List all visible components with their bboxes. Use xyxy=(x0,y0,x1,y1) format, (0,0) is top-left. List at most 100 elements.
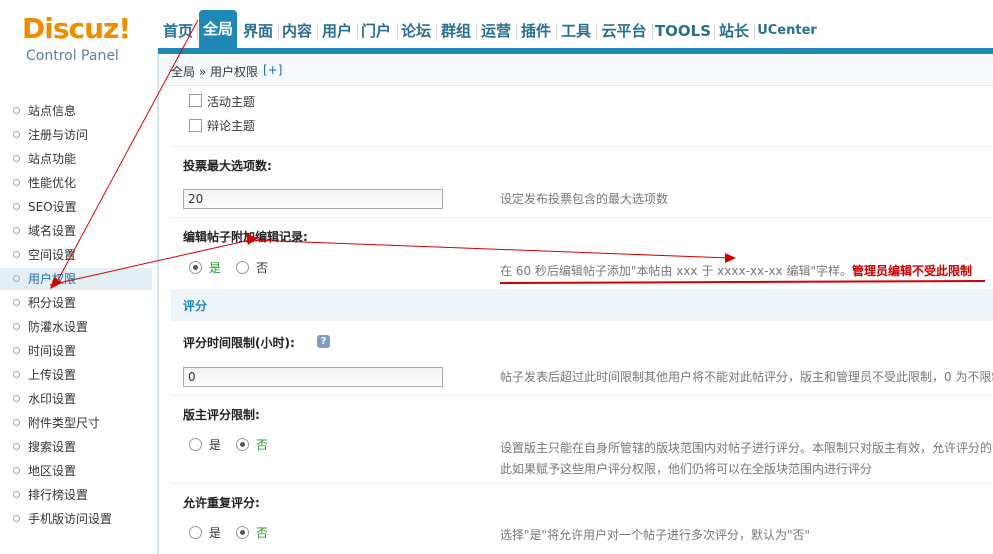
rate-time-title: 评分时间限制(小时): xyxy=(183,336,295,350)
divider xyxy=(171,483,993,484)
nav-separator xyxy=(596,24,597,40)
sidebar-item-label: 上传设置 xyxy=(28,368,77,382)
checkbox-activity[interactable] xyxy=(189,94,202,107)
sidebar-item-time[interactable]: 时间设置 xyxy=(0,340,152,362)
sidebar-item-register[interactable]: 注册与访问 xyxy=(0,124,152,146)
nav-item-ucenter[interactable]: UCenter xyxy=(757,20,817,42)
sidebar-item-label: 域名设置 xyxy=(28,224,77,238)
sidebar-item-label: 注册与访问 xyxy=(28,128,89,142)
nav-item-users[interactable]: 用户 xyxy=(319,20,355,42)
breadcrumb-add-button[interactable]: [+] xyxy=(263,63,282,77)
sidebar-item-search[interactable]: 搜索设置 xyxy=(0,436,152,458)
rate-time-input[interactable]: 0 xyxy=(183,367,443,387)
sidebar-item-site-info[interactable]: 站点信息 xyxy=(0,100,152,122)
sidebar-item-attachment[interactable]: 附件类型尺寸 xyxy=(0,412,152,434)
sidebar-item-domain[interactable]: 域名设置 xyxy=(0,220,152,242)
sidebar-item-label: 地区设置 xyxy=(28,464,77,478)
sidebar-item-label: 手机版访问设置 xyxy=(28,512,113,526)
repeat-rate-title: 允许重复评分: xyxy=(183,496,260,510)
sidebar-item-seo[interactable]: SEO设置 xyxy=(0,196,152,218)
sidebar-item-credits[interactable]: 积分设置 xyxy=(0,292,152,314)
nav-separator xyxy=(714,24,715,40)
nav-item-cloud[interactable]: 云平台 xyxy=(598,20,650,42)
nav-item-home[interactable]: 首页 xyxy=(160,20,196,42)
sidebar-item-upload[interactable]: 上传设置 xyxy=(0,364,152,386)
checkbox-debate[interactable] xyxy=(189,119,202,132)
nav-separator xyxy=(476,24,477,40)
bullet-icon xyxy=(13,515,20,522)
mod-rate-desc-1: 设置版主只能在自身所管辖的版块范围内对帖子进行评分。本限制只对版主有效，允许评分… xyxy=(500,441,993,455)
bullet-icon xyxy=(13,491,20,498)
section-title: 评分 xyxy=(183,299,208,313)
sidebar-item-performance[interactable]: 性能优化 xyxy=(0,172,152,194)
bullet-icon xyxy=(13,275,20,282)
logo-subtitle: Control Panel xyxy=(26,48,119,64)
nav-separator xyxy=(436,24,437,40)
nav-item-global[interactable]: 全局 xyxy=(199,10,237,48)
sidebar-item-mobile[interactable]: 手机版访问设置 xyxy=(0,508,152,530)
poll-max-title: 投票最大选项数: xyxy=(183,159,272,173)
nav-item-plugins[interactable]: 插件 xyxy=(518,20,554,42)
bullet-icon xyxy=(13,323,20,330)
sidebar-item-label: 站点功能 xyxy=(28,152,77,166)
nav-item-tools[interactable]: 工具 xyxy=(558,20,594,42)
sidebar-item-label: 空间设置 xyxy=(28,248,77,262)
nav-item-group[interactable]: 群组 xyxy=(438,20,474,42)
repeat-rate-no-radio[interactable] xyxy=(236,526,249,539)
nav-separator xyxy=(516,24,517,40)
sidebar-item-label: 搜索设置 xyxy=(28,440,77,454)
edit-log-desc: 在 60 秒后编辑帖子添加"本帖由 xxx 于 xxxx-xx-xx 编辑"字样… xyxy=(500,262,972,279)
nav-item-interface[interactable]: 界面 xyxy=(240,20,276,42)
nav-item-portal[interactable]: 门户 xyxy=(358,20,394,42)
nav-underline xyxy=(158,48,993,54)
repeat-rate-yes-radio[interactable] xyxy=(189,526,202,539)
sidebar-item-space[interactable]: 空间设置 xyxy=(0,244,152,266)
sidebar-item-user-permissions[interactable]: 用户权限 xyxy=(0,268,152,290)
sidebar-item-site-features[interactable]: 站点功能 xyxy=(0,148,152,170)
divider xyxy=(171,217,993,218)
sidebar-item-label: 站点信息 xyxy=(28,104,77,118)
sidebar-item-label: 积分设置 xyxy=(28,296,77,310)
nav-item-content[interactable]: 内容 xyxy=(279,20,315,42)
repeat-rate-yes-label: 是 xyxy=(209,526,222,540)
mod-rate-title: 版主评分限制: xyxy=(183,408,260,422)
sidebar-item-label: 防灌水设置 xyxy=(28,320,89,334)
main-content: 活动主题 辩论主题 投票最大选项数: 20 设定发布投票包含的最大选项数 编辑帖… xyxy=(159,86,993,554)
edit-log-yes-label: 是 xyxy=(209,261,222,275)
sidebar-item-region[interactable]: 地区设置 xyxy=(0,460,152,482)
edit-log-no-radio[interactable] xyxy=(236,261,249,274)
edit-log-title: 编辑帖子附加编辑记录: xyxy=(183,230,308,244)
sidebar-item-label: 时间设置 xyxy=(28,344,77,358)
repeat-rate-no-label: 否 xyxy=(256,526,269,540)
bullet-icon xyxy=(13,131,20,138)
checkbox-debate-label: 辩论主题 xyxy=(207,119,256,133)
sidebar-item-antispam[interactable]: 防灌水设置 xyxy=(0,316,152,338)
nav-separator xyxy=(556,24,557,40)
sidebar-item-label: 排行榜设置 xyxy=(28,488,89,502)
sidebar-item-label: 附件类型尺寸 xyxy=(28,416,101,430)
poll-max-input[interactable]: 20 xyxy=(183,189,443,209)
sidebar-item-ranking[interactable]: 排行榜设置 xyxy=(0,484,152,506)
sidebar-item-label: 性能优化 xyxy=(28,176,77,190)
breadcrumb-path[interactable]: 全局 » 用户权限 xyxy=(171,63,258,80)
nav-item-forum[interactable]: 论坛 xyxy=(398,20,434,42)
sidebar-item-watermark[interactable]: 水印设置 xyxy=(0,388,152,410)
edit-log-no-label: 否 xyxy=(256,261,269,275)
nav-item-tools-en[interactable]: TOOLS xyxy=(654,20,712,42)
mod-rate-yes-radio[interactable] xyxy=(189,438,202,451)
nav-separator xyxy=(754,24,755,40)
nav-separator xyxy=(652,24,653,40)
bullet-icon xyxy=(13,179,20,186)
help-icon[interactable]: ? xyxy=(317,335,330,348)
sidebar: 站点信息 注册与访问 站点功能 性能优化 SEO设置 域名设置 空间设置 用户权… xyxy=(0,72,152,554)
edit-log-desc-text: 在 60 秒后编辑帖子添加"本帖由 xxx 于 xxxx-xx-xx 编辑"字样… xyxy=(500,264,852,278)
repeat-rate-desc: 选择"是"将允许用户对一个帖子进行多次评分，默认为"否" xyxy=(500,528,811,542)
nav-separator xyxy=(317,24,318,40)
nav-item-operation[interactable]: 运营 xyxy=(478,20,514,42)
edit-log-yes-radio[interactable] xyxy=(189,261,202,274)
nav-item-webmaster[interactable]: 站长 xyxy=(716,20,752,42)
mod-rate-no-radio[interactable] xyxy=(236,438,249,451)
bullet-icon xyxy=(13,347,20,354)
mod-rate-yes-label: 是 xyxy=(209,438,222,452)
bullet-icon xyxy=(13,203,20,210)
